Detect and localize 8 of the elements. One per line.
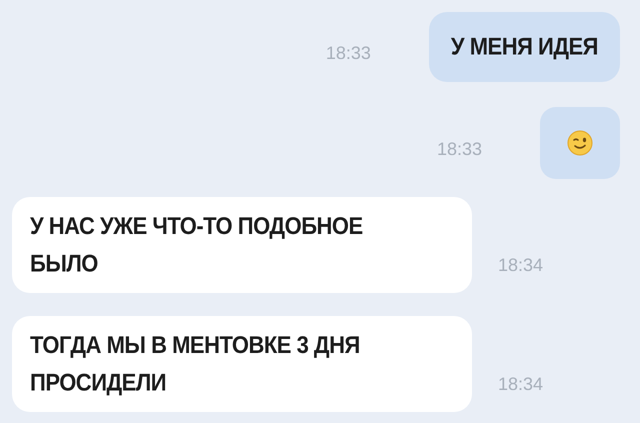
message-time: 18:34 [498, 373, 544, 396]
message-time: 18:34 [498, 254, 544, 277]
message-text: ТОГДА МЫ В МЕНТОВКЕ 3 ДНЯ ПРОСИДЕЛИ [30, 330, 361, 398]
message-text: У МЕНЯ ИДЕЯ [450, 32, 598, 62]
winking-face-icon [567, 130, 593, 156]
message-time: 18:33 [326, 42, 371, 64]
message-text: У НАС УЖЕ ЧТО-ТО ПОДОБНОЕ БЫЛО [30, 211, 364, 279]
message-time: 18:33 [436, 138, 482, 160]
